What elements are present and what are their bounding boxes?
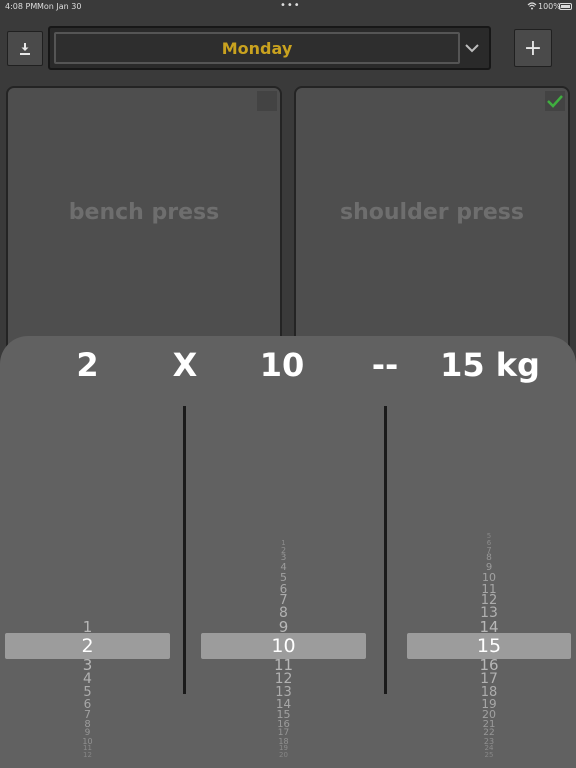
weight-picker[interactable]: 5 6 7 8 9 10 11 12 13 14 15 16 17 18 19 20 21 22 23 24 25 <box>402 406 576 758</box>
summary-times: X <box>172 346 198 384</box>
picker-above-values: 1 <box>0 619 175 634</box>
completion-checkbox[interactable] <box>545 91 565 111</box>
picker-divider <box>384 406 387 694</box>
status-bar: 4:08 PM Mon Jan 30 ••• 100% <box>0 0 576 14</box>
multitasking-dots-icon[interactable]: ••• <box>280 0 301 11</box>
picker-value[interactable]: 11 <box>196 657 371 672</box>
day-select[interactable]: Monday <box>48 26 491 70</box>
download-button[interactable] <box>7 31 43 66</box>
picker-below-values: 11 12 13 14 15 16 17 18 19 20 <box>196 657 371 759</box>
picker-value[interactable]: 17 <box>402 672 576 686</box>
picker-above-values: 5 6 7 8 9 10 11 12 13 14 <box>402 533 576 634</box>
checkmark-icon <box>547 95 563 108</box>
summary-sets: 2 <box>76 346 99 384</box>
picker-value[interactable]: 9 <box>196 619 371 634</box>
summary-weight: 15 kg <box>440 346 540 384</box>
reps-selected-value[interactable]: 10 <box>196 635 371 657</box>
picker-value[interactable]: 3 <box>0 657 175 672</box>
picker-value[interactable]: 14 <box>402 619 576 634</box>
exercise-card-label: shoulder press <box>340 200 524 225</box>
exercise-card-bench-press[interactable]: bench press <box>6 86 282 356</box>
picker-divider <box>183 406 186 694</box>
picker-above-values: 123456789 <box>196 540 371 635</box>
status-date: Mon Jan 30 <box>37 2 82 11</box>
picker-value[interactable]: 12 <box>196 672 371 686</box>
battery-percent: 100% <box>538 2 561 11</box>
battery-icon <box>559 3 572 10</box>
picker-value[interactable]: 4 <box>0 672 175 686</box>
chevron-down-icon[interactable] <box>463 39 481 57</box>
completion-checkbox[interactable] <box>257 91 277 111</box>
summary-reps: 10 <box>259 346 305 384</box>
download-icon <box>20 42 30 55</box>
picker-below-values: 16 17 18 19 20 21 22 23 24 25 <box>402 657 576 759</box>
weight-selected-value[interactable]: 15 <box>402 635 576 657</box>
picker-value[interactable]: 1 <box>0 619 175 634</box>
sets-picker[interactable]: 1 2 3 4 5 6 7 8 9 10 11 12 <box>0 406 175 758</box>
status-time: 4:08 PM <box>5 2 38 11</box>
reps-picker[interactable]: 123456789 10 11 12 13 14 15 16 17 18 19 20 <box>196 406 371 758</box>
day-select-field[interactable]: Monday <box>54 32 460 64</box>
picker-value[interactable]: 12 <box>0 752 175 759</box>
picker-value[interactable]: 16 <box>402 657 576 672</box>
set-editor-sheet: 2 X 10 -- 15 kg 1 2 3 4 5 6 7 8 9 10 11 12 123456… <box>0 336 576 768</box>
exercise-card-shoulder-press[interactable]: shoulder press <box>294 86 570 356</box>
picker-value[interactable]: 20 <box>196 752 371 759</box>
sets-selected-value[interactable]: 2 <box>0 635 175 657</box>
wifi-icon <box>527 2 537 10</box>
exercise-card-label: bench press <box>68 200 220 225</box>
picker-below-values: 3 4 5 6 7 8 9 10 11 12 <box>0 657 175 759</box>
day-select-value: Monday <box>221 38 293 58</box>
summary-separator: -- <box>371 346 399 384</box>
picker-value[interactable]: 25 <box>402 752 576 759</box>
add-exercise-button[interactable]: + <box>514 29 552 67</box>
